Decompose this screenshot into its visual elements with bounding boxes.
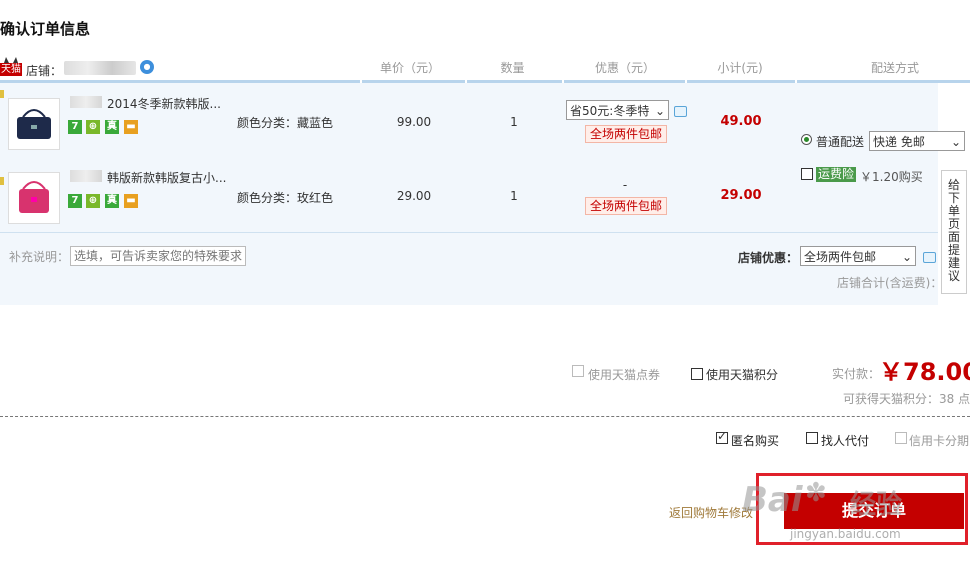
watermark-text: 经验 [850, 490, 903, 520]
guarantee-icon[interactable]: ⊕ [86, 194, 100, 208]
insurance-checkbox[interactable] [801, 168, 813, 180]
actual-pay-amount: ￥78.00 [879, 358, 970, 386]
item-spec: 颜色分类：玫红色 [237, 191, 334, 205]
coupon-label: 使用天猫点券 [588, 368, 661, 382]
authentic-icon[interactable]: 真 [105, 120, 119, 134]
chevron-down-icon: ⌄ [654, 104, 665, 118]
feedback-tab[interactable]: 给 下 单 页 面 提 建 议 [941, 170, 967, 294]
item-marker [0, 90, 4, 98]
insurance-badge: 运费险 [816, 167, 857, 182]
item-name-blurred [70, 96, 102, 108]
item-subtotal: 29.00 [720, 188, 762, 203]
bag-pink-icon [19, 181, 49, 213]
message-icon[interactable] [674, 106, 687, 117]
actual-pay-label: 实付款： [832, 367, 881, 381]
anonymous-checkbox[interactable] [716, 429, 728, 444]
message-icon[interactable] [923, 252, 936, 263]
points-earn: 可获得天猫积分：38 点 [843, 392, 970, 406]
col-subtotal: 小计(元) [717, 61, 763, 75]
credit-card-icon[interactable]: ▬ [124, 120, 138, 134]
shop-discount-label: 店铺优惠： [738, 251, 799, 265]
guarantee-icon[interactable]: ⊕ [86, 120, 100, 134]
credit-installment-checkbox[interactable] [895, 432, 907, 444]
discount-select[interactable]: 省50元:冬季特 ⌄ [566, 100, 669, 120]
item-name-link[interactable]: 2014冬季新款韩版... [107, 95, 221, 112]
item-price: 99.00 [396, 115, 432, 129]
discount-none: - [622, 178, 628, 192]
points-label: 使用天猫积分 [706, 368, 779, 382]
points-checkbox[interactable] [691, 368, 703, 380]
item-qty: 1 [510, 115, 518, 129]
authentic-icon[interactable]: 真 [105, 194, 119, 208]
remark-label: 补充说明： [9, 250, 70, 264]
chevron-down-icon: ⌄ [901, 250, 912, 264]
shop-total-label: 店铺合计(含运费)： [837, 276, 943, 290]
col-discount: 优惠（元） [594, 61, 655, 75]
wangwang-chat-icon[interactable]: ● [140, 60, 154, 74]
credit-card-icon[interactable]: ▬ [124, 194, 138, 208]
remark-input[interactable] [70, 246, 246, 266]
watermark-url: jingyan.baidu.com [790, 527, 901, 541]
shop-label: 店铺： [26, 64, 63, 78]
delivery-select[interactable]: 快递 免邮 ⌄ [869, 131, 965, 151]
insurance-price: ￥1.20购买 [860, 170, 923, 184]
seven-day-return-icon[interactable]: 7 [68, 194, 82, 208]
coupon-checkbox[interactable] [572, 365, 584, 377]
page-title: 确认订单信息 [0, 20, 91, 38]
promo-tag: 全场两件包邮 [585, 125, 668, 143]
delivery-method-label: 普通配送 [816, 135, 865, 149]
item-price: 29.00 [396, 189, 432, 203]
delivery-radio[interactable] [801, 134, 812, 145]
credit-installment-label: 信用卡分期 [909, 434, 970, 448]
tmall-badge: 天猫 [0, 63, 22, 76]
seven-day-return-icon[interactable]: 7 [68, 120, 82, 134]
anonymous-label: 匿名购买 [731, 434, 780, 448]
shop-name-blurred[interactable] [64, 61, 136, 75]
bag-navy-icon [17, 109, 51, 139]
item-spec: 颜色分类：藏蓝色 [237, 116, 334, 130]
proxy-pay-checkbox[interactable] [806, 432, 818, 444]
col-delivery: 配送方式 [870, 61, 919, 75]
item-marker [0, 177, 4, 185]
chevron-down-icon: ⌄ [950, 135, 961, 149]
section-divider [0, 416, 970, 417]
item-name-link[interactable]: 韩版新款韩版复古小... [107, 169, 226, 186]
col-unit-price: 单价（元） [379, 61, 440, 75]
item-thumbnail[interactable] [8, 98, 60, 150]
item-qty: 1 [510, 189, 518, 203]
remark-area [0, 233, 938, 305]
col-qty: 数量 [500, 61, 525, 75]
item-name-blurred [70, 170, 102, 182]
promo-tag: 全场两件包邮 [585, 197, 668, 215]
item-subtotal: 49.00 [720, 114, 762, 129]
shop-discount-select[interactable]: 全场两件包邮 ⌄ [800, 246, 916, 266]
proxy-pay-label: 找人代付 [821, 434, 870, 448]
paw-icon: ✽ [805, 478, 827, 508]
item-thumbnail[interactable] [8, 172, 60, 224]
watermark-logo: Bai [742, 480, 803, 520]
